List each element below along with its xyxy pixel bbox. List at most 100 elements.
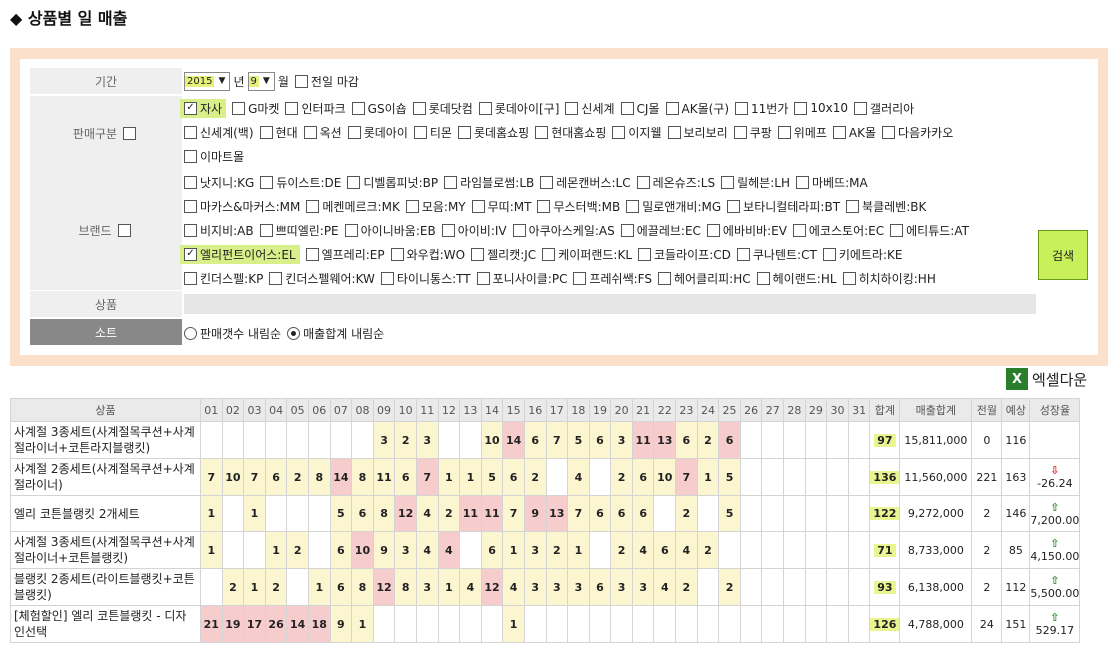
brand-checkbox[interactable]: 비지비:AB (184, 222, 254, 239)
brand-checkbox[interactable]: 헤이랜드:HL (756, 270, 837, 287)
sort-by-count-radio[interactable]: 판매갯수 내림순 (184, 325, 281, 342)
brand-checkbox[interactable]: 마카스&마커스:MM (184, 198, 300, 215)
brand-checkbox[interactable]: 케이퍼랜드:KL (542, 246, 632, 263)
brand-checkbox[interactable]: 에티튜드:AT (890, 222, 969, 239)
sales-channel-checkbox[interactable]: 현대홈쇼핑 (535, 124, 606, 141)
growth-value: 5,500.00 (1030, 587, 1080, 600)
sales-channel-checkbox[interactable]: 현대 (259, 124, 298, 141)
daily-sales-cell: 6 (675, 421, 698, 459)
sales-channel-checkbox[interactable]: 이마트몰 (184, 148, 244, 165)
daily-sales-cell: 6 (523, 421, 547, 459)
sort-by-revenue-radio[interactable]: 매출합계 내림순 (287, 325, 384, 342)
sales-channel-checkbox[interactable]: 롯데아이 (347, 124, 408, 141)
year-unit: 년 (233, 74, 245, 89)
product-name[interactable]: 사계절 2종세트(사계절목쿠션+사계절라이너) (10, 458, 201, 496)
year-select[interactable]: 2015 ▼ (184, 71, 231, 91)
sales-channel-checkbox[interactable]: 옥션 (303, 124, 342, 141)
brand-checkbox[interactable]: 아이니바움:EB (344, 222, 436, 239)
brand-checkbox[interactable]: 레온슈즈:LS (636, 174, 715, 191)
brand-checkbox[interactable]: 에코스토어:EC (792, 222, 884, 239)
brand-checkbox[interactable]: 프레쉬쌕:FS (573, 270, 652, 287)
brand-checkbox[interactable]: ✓ 엘리펀트이어스:EL (180, 244, 300, 264)
brand-checkbox[interactable]: 아쿠아스케일:AS (512, 222, 615, 239)
brand-checkbox[interactable]: 북클레벤:BK (846, 198, 926, 215)
sales-channel-checkbox[interactable]: 롯데닷컴 (412, 100, 473, 117)
brand-checkbox[interactable]: 무띠:MT (471, 198, 531, 215)
brand-checkbox[interactable]: 레몬캔버스:LC (540, 174, 631, 191)
brand-checkbox[interactable]: 메켄메르크:MK (306, 198, 400, 215)
sales-channel-checkbox[interactable]: 롯데홈쇼핑 (457, 124, 529, 141)
brand-checkbox[interactable]: 히치하이킹:HH (842, 270, 936, 287)
sales-channel-checkbox[interactable]: 갤러리아 (854, 100, 914, 117)
brand-checkbox[interactable]: 릴헤븐:LH (721, 174, 790, 191)
brand-checkbox[interactable]: 헤어클리피:HC (657, 270, 751, 287)
checkbox-box (478, 101, 492, 115)
product-name[interactable]: 사계절 3종세트(사계절목쿠션+사계절라이너+코튼블랭킷) (10, 531, 201, 569)
sales-channel-checkbox[interactable]: G마켓 (232, 100, 279, 117)
checkbox-box (721, 175, 735, 189)
checkbox-box (636, 175, 650, 189)
brand-checkbox[interactable]: 킨더스펠웨어:KW (269, 270, 375, 287)
day-header: 14 (480, 398, 504, 422)
sales-channel-checkbox[interactable]: 인터파크 (285, 100, 346, 117)
growth-value: -26.24 (1037, 477, 1073, 490)
brand-checkbox[interactable]: 와우컵:WO (390, 246, 465, 263)
brand-checkbox[interactable]: 타이니통스:TT (380, 270, 471, 287)
brand-checkbox[interactable]: 아이비:IV (441, 222, 507, 239)
brand-checkbox[interactable]: 무스터백:MB (537, 198, 620, 215)
sales-channel-checkbox[interactable]: 위메프 (777, 124, 827, 141)
brand-checkbox[interactable]: 엘프레리:EP (305, 246, 385, 263)
sales-channel-all-checkbox[interactable] (123, 126, 137, 140)
brand-checkbox[interactable]: 듀이스트:DE (260, 174, 341, 191)
brand-checkbox[interactable]: 에끌레브:EC (620, 222, 701, 239)
daily-sales-cell: 12 (372, 568, 396, 606)
brand-checkbox[interactable]: 모음:MY (405, 198, 466, 215)
brand-checkbox[interactable]: 키에트라:KE (822, 246, 902, 263)
sales-channel-checkbox[interactable]: 쿠팡 (733, 124, 772, 141)
brand-checkbox[interactable]: 포니사이클:PC (476, 270, 567, 287)
sales-channel-checkbox[interactable]: 신세계 (565, 100, 615, 117)
product-input[interactable] (184, 294, 1036, 314)
sales-channel-checkbox[interactable]: 10x10 (794, 101, 848, 115)
product-name[interactable]: [체험할인] 엘리 코튼블랭킷 - 디자인선택 (10, 605, 201, 643)
sales-channel-checkbox[interactable]: 신세계(백) (184, 124, 254, 141)
sales-channel-checkbox[interactable]: AK몰(구) (665, 100, 729, 117)
excel-download-button[interactable]: X 엑셀다운 (1006, 368, 1087, 390)
daily-sales-cell (826, 458, 849, 496)
daily-sales-cell: 1 (502, 605, 525, 643)
brand-checkbox[interactable]: 밀로앤개비:MG (626, 198, 721, 215)
product-name[interactable]: 엘리 코튼블랭킷 2개세트 (10, 495, 201, 532)
brand-checkbox[interactable]: 보타니컬테라피:BT (727, 198, 840, 215)
brand-checkbox[interactable]: 에바비바:EV (706, 222, 787, 239)
sales-channel-checkbox[interactable]: GS이숍 (351, 100, 407, 117)
brand-checkbox[interactable]: 디벨롭피넛:BP (347, 174, 438, 191)
checkbox-box (638, 247, 652, 261)
day-header: 03 (243, 398, 266, 422)
search-button[interactable]: 검색 (1038, 230, 1088, 280)
sales-channel-checkbox[interactable]: 티몬 (413, 124, 452, 141)
sales-channel-checkbox[interactable]: 11번가 (735, 100, 788, 117)
forecast-cell: 112 (1001, 568, 1031, 606)
sales-channel-checkbox[interactable]: ✓ 자사 (180, 98, 227, 118)
brand-checkbox[interactable]: 쁘띠엘린:PE (259, 222, 339, 239)
brand-checkbox[interactable]: 라임블로썸:LB (444, 174, 534, 191)
brand-checkbox[interactable]: 낫지니:KG (184, 174, 254, 191)
brand-checkbox[interactable]: 쿠나텐트:CT (736, 246, 817, 263)
prev-month-close-checkbox[interactable]: 전일 마감 (294, 73, 359, 90)
sales-channel-checkbox[interactable]: AK몰 (832, 124, 876, 141)
daily-sales-cell: 18 (307, 605, 331, 643)
month-select[interactable]: 9 ▼ (247, 71, 275, 91)
brand-checkbox[interactable]: 코들라이프:CD (638, 246, 731, 263)
sales-channel-checkbox[interactable]: 다음카카오 (882, 124, 953, 141)
product-name[interactable]: 사계절 3종세트(사계절목쿠션+사계절라이너+코튼라지블랭킷) (10, 421, 201, 459)
sales-channel-checkbox[interactable]: 롯데아이[구] (478, 100, 559, 117)
sales-channel-checkbox[interactable]: 이지웰 (612, 124, 662, 141)
product-name[interactable]: 블랭킷 2종세트(라이트블랭킷+코튼블랭킷) (10, 568, 201, 606)
brand-all-checkbox[interactable] (117, 223, 131, 237)
sales-channel-list: ✓ 자사 G마켓 인터파크 GS이숍 롯데닷컴 롯데아이[구] 신세계 CJ몰 AK몰(구) 11번… (180, 96, 1036, 168)
sales-channel-checkbox[interactable]: CJ몰 (620, 100, 660, 117)
brand-checkbox[interactable]: 킨더스펠:KP (184, 270, 263, 287)
sales-channel-checkbox[interactable]: 보리보리 (667, 124, 728, 141)
brand-checkbox[interactable]: 젤리캣:JC (471, 246, 536, 263)
brand-checkbox[interactable]: 마베뜨:MA (795, 174, 868, 191)
